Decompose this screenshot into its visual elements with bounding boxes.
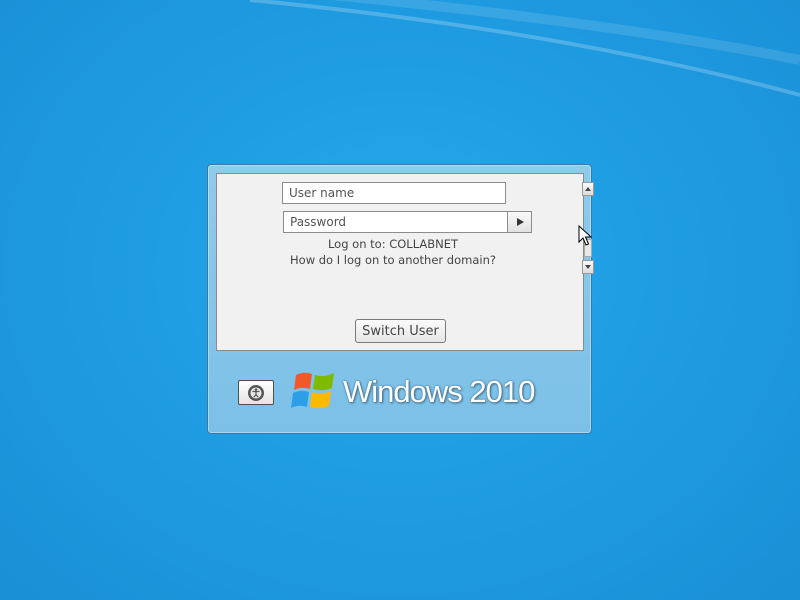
windows-brand-text: Windows 2010 (343, 374, 535, 409)
ease-of-access-icon (248, 384, 264, 401)
scroll-up-button[interactable] (582, 182, 594, 196)
submit-logon-button[interactable] (507, 211, 532, 233)
ease-of-access-button[interactable] (238, 380, 274, 405)
chevron-up-icon (585, 187, 591, 191)
password-input[interactable] (283, 211, 508, 233)
logon-domain-text: Log on to: COLLABNET (327, 237, 459, 251)
windows-flag-icon (291, 372, 334, 409)
arrow-right-icon (517, 218, 524, 226)
other-domain-link[interactable]: How do I log on to another domain? (217, 253, 569, 267)
switch-user-button[interactable]: Switch User (355, 319, 446, 343)
scroll-down-button[interactable] (582, 260, 594, 274)
credentials-panel: Log on to: COLLABNET How do I log on to … (216, 173, 584, 351)
logon-dialog: Log on to: COLLABNET How do I log on to … (207, 164, 594, 434)
mouse-pointer-icon (578, 225, 592, 246)
username-input[interactable] (282, 182, 506, 204)
chevron-down-icon (585, 265, 591, 269)
